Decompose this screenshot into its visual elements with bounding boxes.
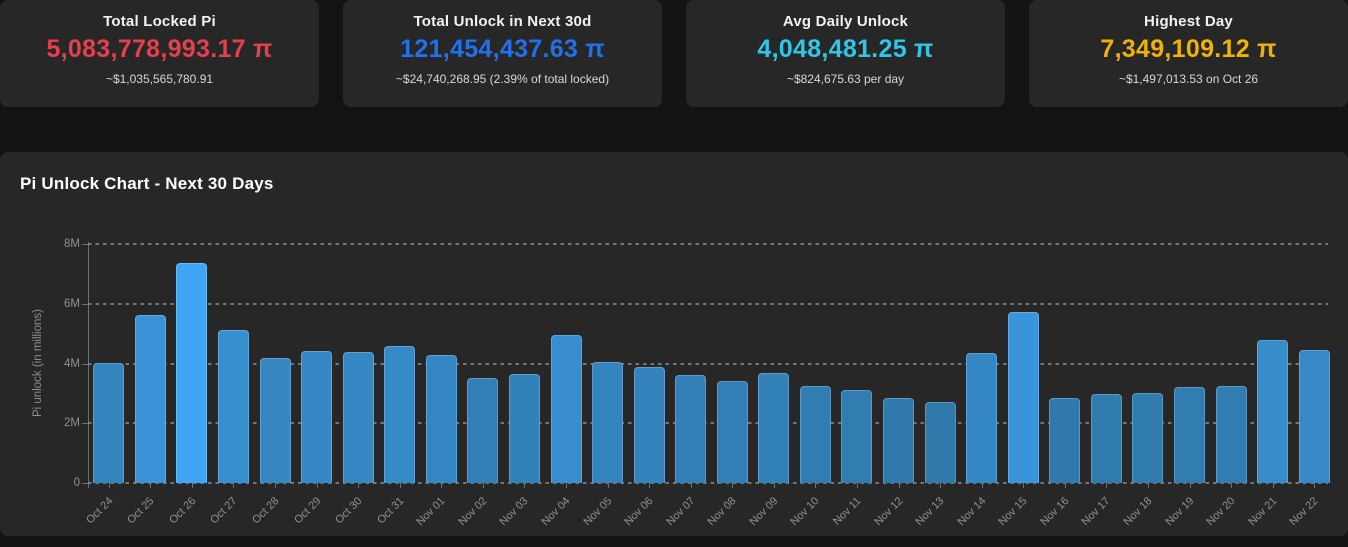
x-axis-tick [1106, 483, 1108, 488]
card-value: 7,349,109.12 π [1100, 35, 1277, 63]
card-value: 4,048,481.25 π [757, 35, 934, 63]
bar-nov-03[interactable] [508, 374, 540, 483]
x-axis-tick [1064, 483, 1066, 488]
x-axis-tick [566, 483, 568, 488]
x-axis-tick [898, 483, 900, 488]
gridline-6M [88, 302, 1328, 305]
bar-oct-30[interactable] [342, 352, 374, 483]
bar-nov-07[interactable] [675, 375, 707, 483]
card-subtitle: ~$1,035,565,780.91 [105, 72, 214, 86]
bar-nov-08[interactable] [716, 381, 748, 483]
bar-nov-10[interactable] [799, 386, 831, 483]
x-axis-tick [399, 483, 401, 488]
x-axis-tick [1272, 483, 1274, 488]
x-axis-tick [940, 483, 942, 488]
x-axis-tick [773, 483, 775, 488]
x-axis-tick [649, 483, 651, 488]
bar-nov-06[interactable] [633, 367, 665, 483]
y-axis-tick [82, 244, 88, 245]
x-axis-tick [690, 483, 692, 488]
card-avg-daily-unlock: Avg Daily Unlock 4,048,481.25 π ~$824,67… [686, 0, 1005, 107]
card-title: Avg Daily Unlock [782, 13, 909, 30]
bar-nov-17[interactable] [1090, 394, 1122, 483]
x-axis-tick [316, 483, 318, 488]
x-axis-tick [441, 483, 443, 488]
card-total-unlock-30d: Total Unlock in Next 30d 121,454,437.63 … [343, 0, 662, 107]
bar-oct-24[interactable] [93, 363, 125, 483]
x-axis-tick [482, 483, 484, 488]
y-tick-label: 0 [73, 477, 80, 489]
x-axis-tick [150, 483, 152, 488]
bar-nov-14[interactable] [966, 353, 998, 483]
x-axis-tick [856, 483, 858, 488]
bar-oct-28[interactable] [259, 358, 291, 483]
x-axis-tick [1147, 483, 1149, 488]
x-axis-tick [358, 483, 360, 488]
x-axis-tick [607, 483, 609, 488]
y-axis-tick [82, 483, 88, 484]
gridline-8M [88, 243, 1328, 245]
bar-oct-27[interactable] [217, 330, 249, 483]
y-tick-label: 6M [64, 297, 80, 310]
bar-nov-05[interactable] [592, 362, 624, 483]
y-axis-tick [82, 363, 88, 365]
y-axis-tick [82, 423, 88, 425]
card-total-locked-pi: Total Locked Pi 5,083,778,993.17 π ~$1,0… [0, 0, 319, 107]
y-tick-label: 2M [64, 417, 80, 430]
card-value: 5,083,778,993.17 π [46, 35, 273, 63]
bar-oct-31[interactable] [384, 346, 416, 483]
bar-nov-09[interactable] [758, 373, 790, 483]
x-axis-tick [1314, 483, 1316, 488]
x-axis-tick [233, 483, 235, 488]
bar-oct-26[interactable] [176, 263, 208, 483]
x-axis-tick [815, 483, 817, 488]
bar-nov-21[interactable] [1257, 340, 1289, 483]
card-subtitle: ~$824,675.63 per day [786, 72, 905, 86]
stat-cards-row: Total Locked Pi 5,083,778,993.17 π ~$1,0… [0, 0, 1348, 107]
bar-nov-22[interactable] [1298, 350, 1330, 483]
bar-nov-15[interactable] [1007, 312, 1039, 483]
x-axis-tick [1231, 483, 1233, 488]
x-axis-tick [108, 483, 110, 488]
bar-nov-16[interactable] [1049, 398, 1081, 483]
bar-chart-plot-area: Oct 24 Oct 25 Oct 26 Oct 27 Oct 28 Oct 29 Oct … [84, 243, 1335, 528]
card-value: 121,454,437.63 π [400, 35, 605, 63]
x-axis-tick [1189, 483, 1191, 488]
x-axis-tick [191, 483, 193, 488]
y-tick-label: 4M [64, 357, 80, 370]
y-tick-label: 8M [64, 238, 80, 250]
bar-oct-29[interactable] [301, 351, 333, 483]
bar-nov-01[interactable] [425, 355, 457, 483]
card-subtitle: ~$1,497,013.53 on Oct 26 [1118, 72, 1259, 86]
card-highest-day: Highest Day 7,349,109.12 π ~$1,497,013.5… [1029, 0, 1348, 107]
unlock-chart-panel: Pi Unlock Chart - Next 30 Days Pi unlock… [0, 152, 1348, 536]
card-title: Total Unlock in Next 30d [413, 13, 592, 30]
x-axis-tick [732, 483, 734, 488]
bar-nov-11[interactable] [841, 390, 873, 483]
chart-title: Pi Unlock Chart - Next 30 Days [20, 174, 274, 193]
card-subtitle: ~$24,740,268.95 (2.39% of total locked) [395, 72, 610, 86]
bar-nov-18[interactable] [1132, 393, 1164, 483]
y-axis-tick [82, 303, 88, 305]
card-title: Total Locked Pi [103, 13, 216, 30]
bar-nov-04[interactable] [550, 335, 582, 483]
bar-nov-19[interactable] [1174, 387, 1206, 483]
bar-oct-25[interactable] [134, 315, 166, 483]
x-axis-tick [275, 483, 277, 488]
bar-nov-13[interactable] [924, 402, 956, 483]
card-title: Highest Day [1144, 13, 1233, 30]
x-axis-tick [1023, 483, 1025, 488]
bar-nov-12[interactable] [883, 398, 915, 483]
x-axis-tick [981, 483, 983, 488]
bar-nov-20[interactable] [1215, 386, 1247, 483]
bar-nov-02[interactable] [467, 378, 499, 483]
x-axis-tick [524, 483, 526, 488]
